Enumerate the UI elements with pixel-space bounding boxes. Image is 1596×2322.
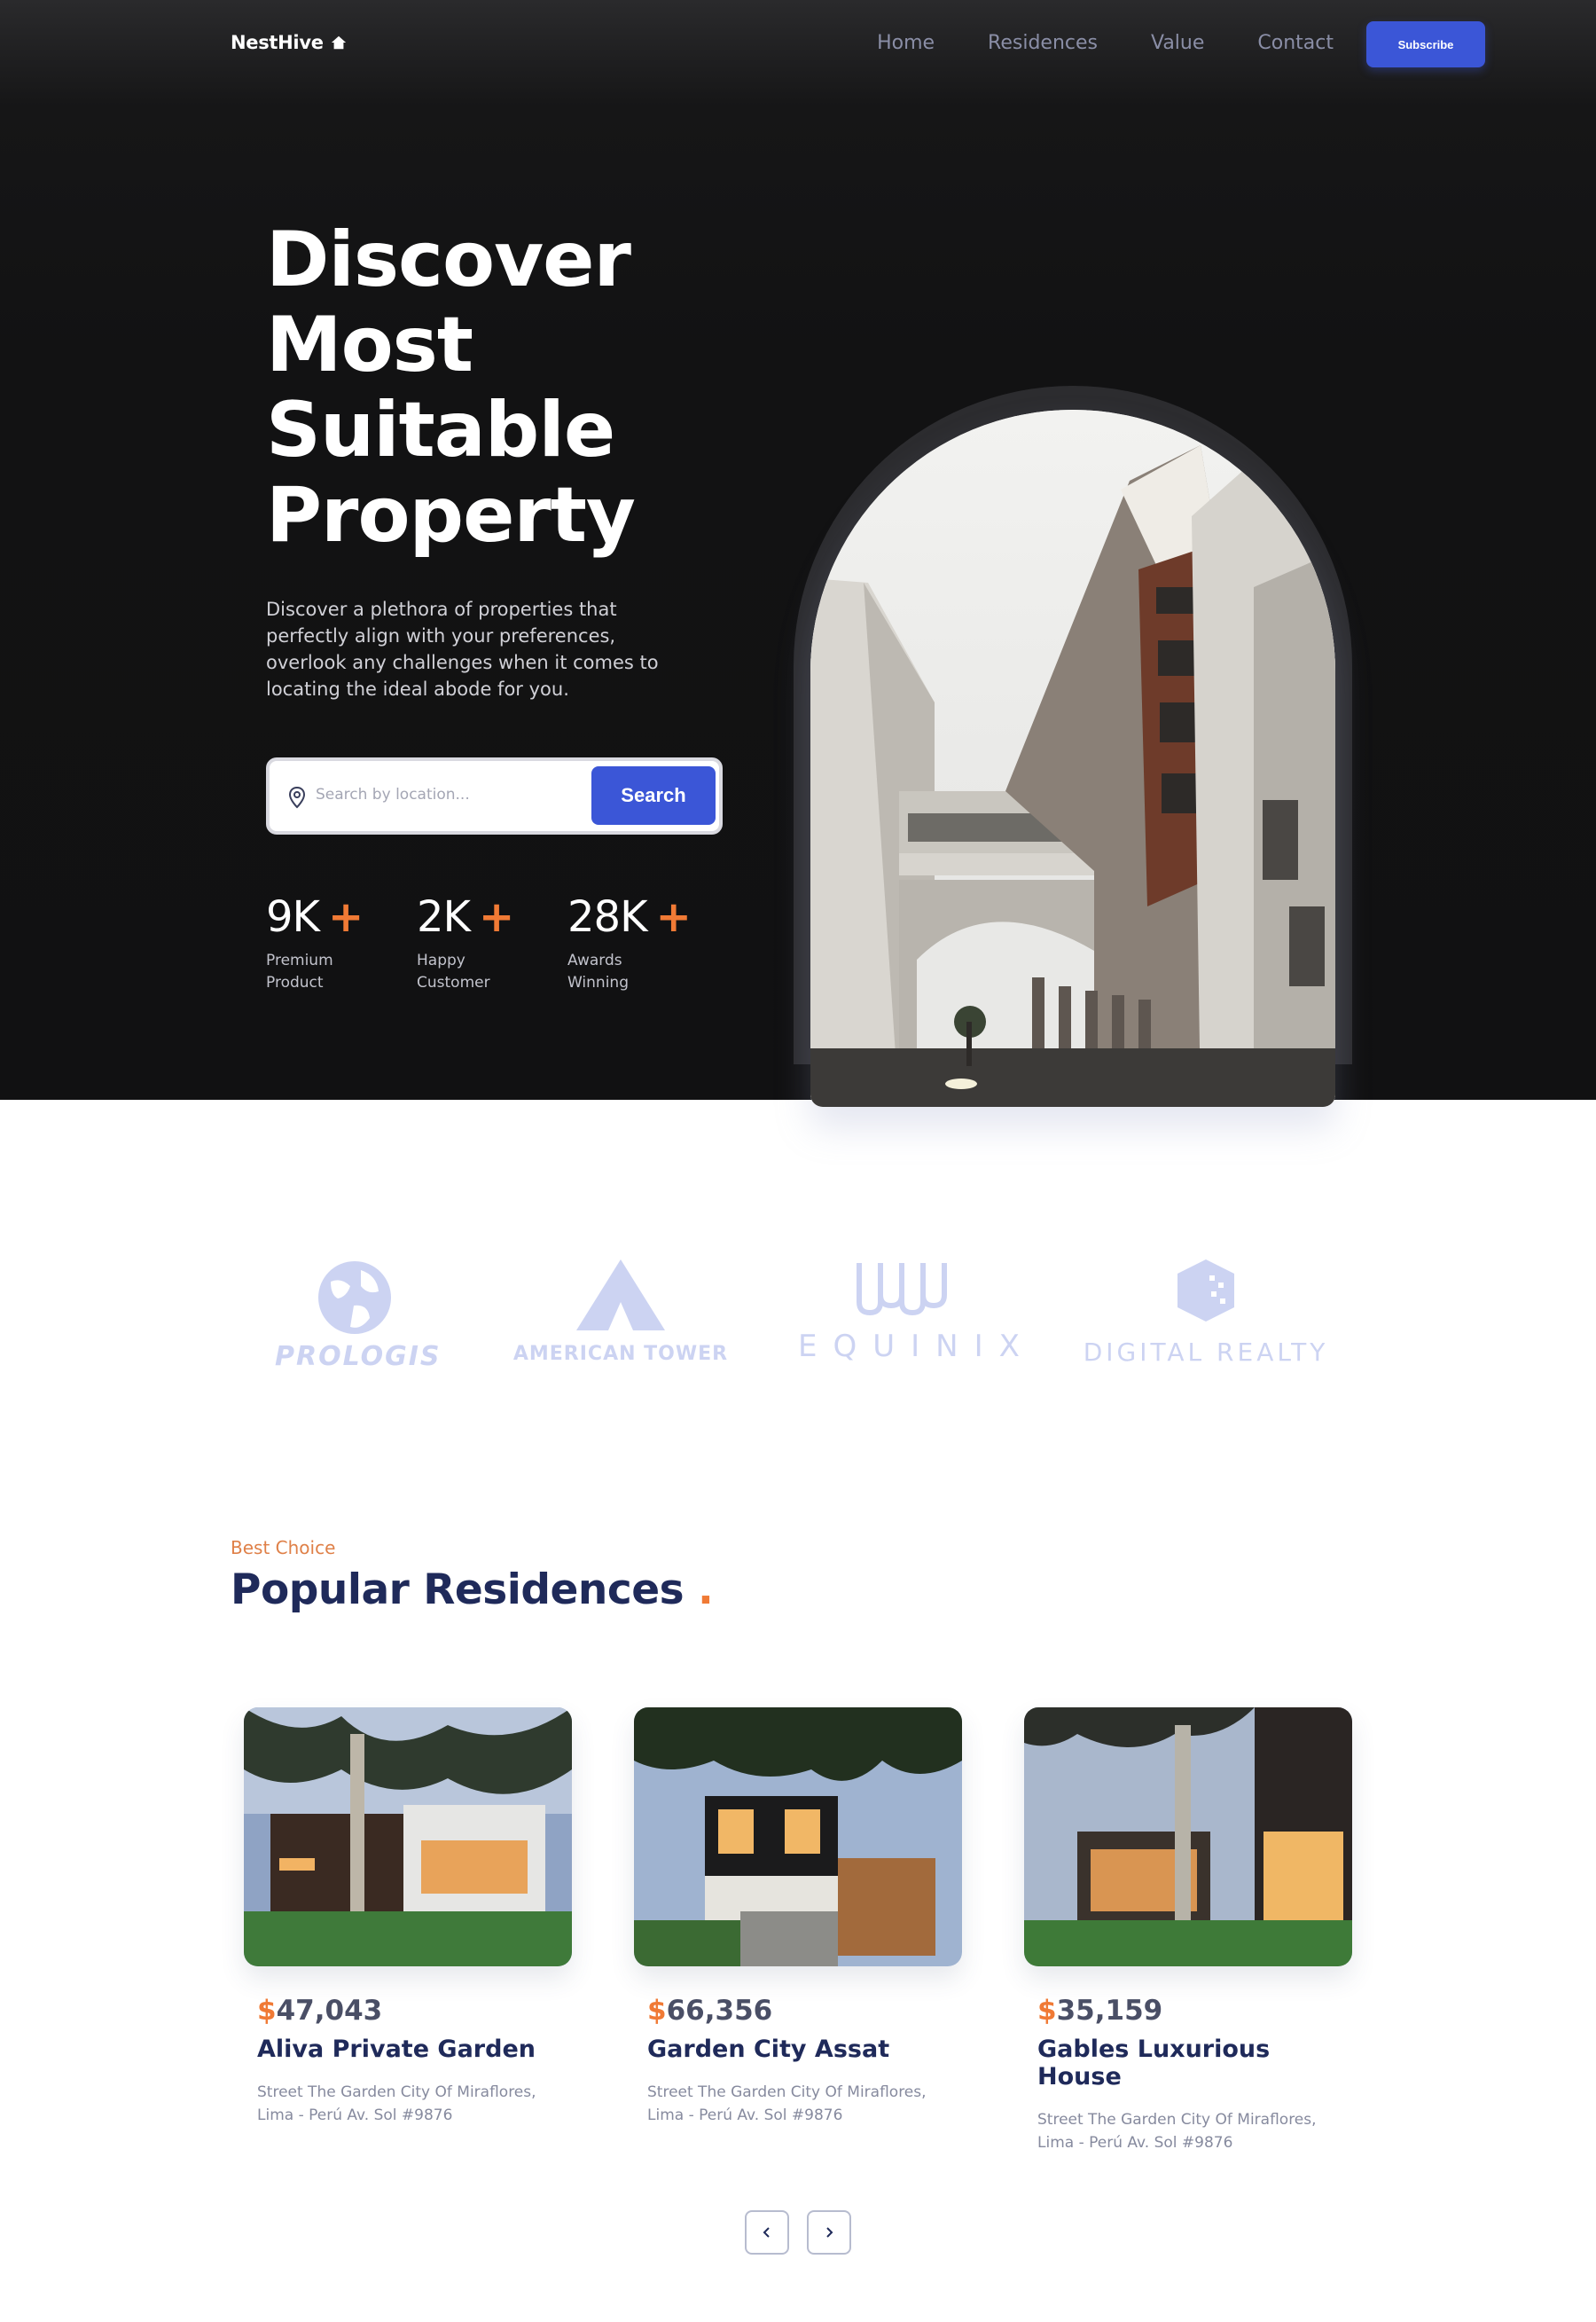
hero-stats: 9K + Premium Product 2K + Happy Customer 2… — [266, 891, 718, 994]
stat-item: 2K + Happy Customer — [417, 891, 567, 994]
partner-logos: PROLOGIS AMERICAN TOWER EQUINIX DIGITAL … — [257, 1259, 1339, 1392]
stat-label: Awards Winning — [567, 952, 629, 992]
stat-value: 28K — [567, 892, 648, 942]
tower-icon — [576, 1259, 665, 1330]
residence-card[interactable]: $35,159 Gables Luxurious House Street Th… — [1024, 1707, 1352, 2154]
equinix-mark-icon — [857, 1263, 947, 1316]
price-value: 47,043 — [276, 1995, 383, 2027]
section-eyebrow: Best Choice — [231, 1537, 336, 1558]
stat-item: 28K + Awards Winning — [567, 891, 718, 994]
home-icon — [331, 35, 346, 50]
residence-card[interactable]: $47,043 Aliva Private Garden Street The … — [244, 1707, 572, 2127]
brand-name: NestHive — [231, 32, 324, 53]
residence-photo[interactable] — [634, 1707, 962, 1966]
partner-logo-equinix: EQUINIX — [798, 1259, 1020, 1364]
residence-card[interactable]: $66,356 Garden City Assat Street The Gar… — [634, 1707, 962, 2127]
nav-link-residences[interactable]: Residences — [988, 32, 1098, 54]
subscribe-button[interactable]: Subscribe — [1366, 21, 1485, 67]
brand-logo[interactable]: NestHive — [231, 32, 347, 53]
stat-item: 9K + Premium Product — [266, 891, 417, 994]
residence-price: $66,356 — [647, 1995, 962, 2027]
price-currency: $ — [647, 1995, 667, 2027]
chevron-left-icon — [763, 2227, 770, 2238]
partner-logo-prologis: PROLOGIS — [275, 1259, 442, 1372]
house-illustration — [1024, 1707, 1352, 1966]
prev-button[interactable] — [745, 2210, 789, 2255]
next-button[interactable] — [807, 2210, 851, 2255]
residence-price: $35,159 — [1037, 1995, 1352, 2027]
globe-icon — [318, 1261, 391, 1334]
residence-photo[interactable] — [244, 1707, 572, 1966]
section-title-text: Popular Residences — [231, 1565, 685, 1614]
price-value: 66,356 — [666, 1995, 773, 2027]
partner-logo-american-tower: AMERICAN TOWER — [505, 1259, 736, 1365]
chevron-right-icon — [826, 2227, 833, 2238]
hero-title-line: Suitable — [266, 386, 615, 475]
price-currency: $ — [257, 1995, 277, 2027]
search-input[interactable]: Search by location... — [316, 786, 470, 804]
nav-link-contact[interactable]: Contact — [1257, 32, 1334, 54]
building-illustration — [810, 410, 1335, 1107]
price-currency: $ — [1037, 1995, 1057, 2027]
nav-link-value[interactable]: Value — [1151, 32, 1204, 54]
partner-name: EQUINIX — [798, 1329, 1036, 1364]
stat-plus: + — [479, 892, 514, 942]
residence-address: Street The Garden City Of Miraflores, Li… — [257, 2083, 536, 2124]
partner-name: DIGITAL REALTY — [1083, 1338, 1329, 1367]
stat-value: 2K — [417, 892, 471, 942]
stat-label: Premium Product — [266, 952, 333, 992]
top-nav: NestHive Home Residences Value Contact S… — [0, 0, 1596, 89]
hero-title-line: Discover — [266, 216, 631, 304]
location-pin-icon — [288, 786, 306, 809]
partner-name: AMERICAN TOWER — [512, 1343, 729, 1365]
search-button[interactable]: Search — [591, 766, 716, 825]
residence-address: Street The Garden City Of Miraflores, Li… — [647, 2083, 927, 2124]
partner-logo-digital-realty: DIGITAL REALTY — [1082, 1259, 1330, 1367]
hero-building-photo — [810, 410, 1335, 1107]
residence-photo[interactable] — [1024, 1707, 1352, 1966]
residence-price: $47,043 — [257, 1995, 572, 2027]
residence-address: Street The Garden City Of Miraflores, Li… — [1037, 2111, 1317, 2152]
section-title-dot: . — [697, 1565, 714, 1614]
hero-title-line: Most — [266, 301, 473, 389]
cube-icon — [1177, 1259, 1234, 1322]
stat-value: 9K — [266, 892, 320, 942]
hero-title: Discover Most Suitable Property — [266, 217, 798, 558]
hero-description: Discover a plethora of properties that p… — [266, 599, 659, 700]
location-search: Search by location... Search — [266, 757, 723, 835]
residence-name[interactable]: Gables Luxurious House — [1037, 2036, 1352, 2091]
nav-link-home[interactable]: Home — [877, 32, 935, 54]
hero-title-line: Property — [266, 471, 636, 560]
section-title: Popular Residences . — [231, 1565, 714, 1614]
hero-section: NestHive Home Residences Value Contact S… — [0, 0, 1596, 1100]
stat-plus: + — [655, 892, 692, 942]
stat-plus: + — [328, 892, 364, 942]
residence-name[interactable]: Aliva Private Garden — [257, 2036, 572, 2063]
house-illustration — [244, 1707, 572, 1966]
price-value: 35,159 — [1056, 1995, 1163, 2027]
nav-links: Home Residences Value Contact — [877, 32, 1334, 54]
residence-name[interactable]: Garden City Assat — [647, 2036, 962, 2063]
house-illustration — [634, 1707, 962, 1966]
partner-name: PROLOGIS — [275, 1341, 442, 1372]
stat-label: Happy Customer — [417, 952, 490, 992]
